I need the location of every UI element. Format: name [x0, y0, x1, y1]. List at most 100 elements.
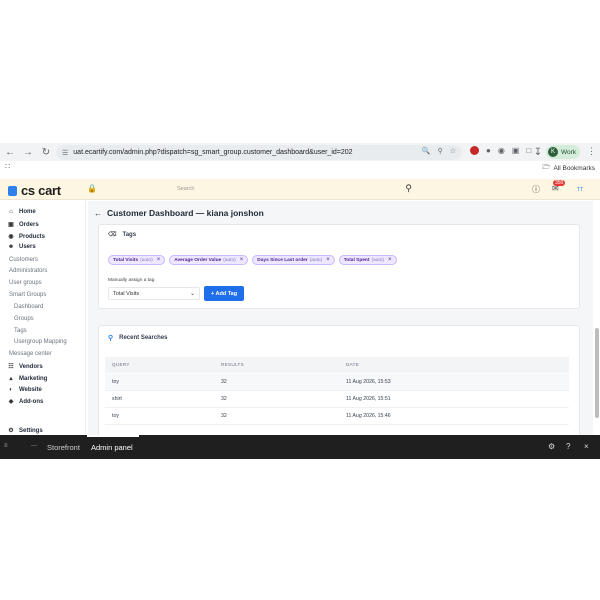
sidebar-item-user-groups[interactable]: User groups — [9, 280, 42, 286]
forward-icon[interactable]: → — [20, 144, 36, 160]
sidebar-item-groups[interactable]: Groups — [14, 316, 34, 322]
tag-auto: (auto) — [309, 257, 323, 263]
extension-icon[interactable] — [470, 146, 479, 155]
bookmark-star-icon[interactable]: ☆ — [450, 147, 456, 155]
sidebar-item-administrators[interactable]: Administrators — [9, 268, 47, 274]
table-row: toy 32 11 Aug 2026, 15:53 — [105, 374, 569, 391]
reload-icon[interactable]: ↻ — [38, 144, 54, 160]
sidebar-item-vendors[interactable]: ☷ Vendors — [7, 363, 42, 371]
tag-auto: (auto) — [140, 257, 153, 263]
column-header-date: DATE — [346, 362, 360, 367]
sidebar-item-customers[interactable]: Customers — [9, 257, 38, 263]
tag-select-value: Total Visits — [113, 290, 140, 297]
sidebar-item-label: Settings — [19, 427, 43, 434]
cell-query: toy — [112, 413, 119, 419]
add-tag-button[interactable]: + Add Tag — [204, 286, 244, 301]
tags-title: Tags — [122, 231, 137, 238]
sidebar-item-add-ons[interactable]: ◆ Add-ons — [7, 398, 44, 406]
sidebar-item-website[interactable]: ◐ Website — [7, 387, 42, 393]
remove-tag-icon[interactable]: × — [240, 257, 244, 263]
page-header: ← Customer Dashboard — kiana jonshon — [94, 208, 264, 218]
remove-tag-icon[interactable]: × — [326, 257, 330, 263]
tag-select[interactable]: Total Visits ⌄ — [108, 287, 200, 300]
tab-storefront[interactable]: Storefront — [47, 443, 80, 452]
address-bar[interactable]: ☰ uat.ecartify.com/admin.php?dispatch=sg… — [56, 145, 462, 160]
extensions-puzzle-icon[interactable]: ▣ — [512, 146, 520, 155]
sidebar-item-label: Home — [19, 209, 36, 215]
sidebar-item-label: Administrators — [9, 268, 48, 274]
close-icon[interactable]: × — [584, 442, 589, 451]
lock-icon[interactable]: 🔒 — [87, 184, 97, 193]
search-icon[interactable]: ⚲ — [405, 183, 412, 194]
home-icon: ⌂ — [9, 209, 13, 215]
sidebar-item-settings[interactable]: ⚙ Settings — [7, 427, 43, 435]
gear-icon[interactable]: ⚙ — [548, 442, 555, 451]
browser-menu-icon[interactable]: ⋮ — [587, 146, 596, 157]
sidebar-item-label: Smart Groups — [9, 292, 47, 298]
tab-admin-panel[interactable]: Admin panel — [91, 443, 133, 452]
sidebar-item-orders[interactable]: ▣ Orders — [7, 221, 39, 229]
apps-grid-icon[interactable]: ∷ — [5, 162, 10, 171]
search-input[interactable]: Search ⚲ — [172, 183, 418, 196]
recent-searches-header: ⚲ Recent Searches — [108, 334, 168, 342]
tag-chip: Total Spent (auto) × — [338, 255, 397, 265]
back-icon[interactable]: ← — [2, 144, 18, 160]
sidebar-item-smart-groups[interactable]: Smart Groups — [9, 292, 46, 298]
app-header: cs cart 🔒 Search ⚲ ⓘ ✉ 350 TT — [0, 179, 600, 200]
all-bookmarks-label: All Bookmarks — [553, 165, 595, 172]
sidebar-item-label: Orders — [19, 221, 39, 228]
logo[interactable]: cs cart — [8, 183, 61, 198]
help-icon[interactable]: ⓘ — [532, 184, 540, 195]
chevron-down-icon: ⌄ — [189, 291, 195, 297]
page-scrollbar[interactable] — [595, 328, 599, 418]
active-tab-indicator — [87, 435, 139, 437]
tag-name: Average Order Value — [174, 257, 222, 263]
tags-card-header: ⌫ Tags — [108, 231, 137, 239]
remove-tag-icon[interactable]: × — [388, 257, 392, 263]
avatar[interactable]: TT — [574, 184, 586, 196]
download-icon[interactable]: ↧ — [530, 144, 546, 160]
zoom-icon[interactable]: 🔍 — [422, 147, 431, 155]
tag-chip: Total Visits (auto) × — [108, 255, 166, 265]
extension-icon-3[interactable]: ◉ — [498, 146, 505, 155]
sidebar-item-label: Usergroup Mapping — [14, 339, 67, 345]
remove-tag-icon[interactable]: × — [157, 257, 161, 263]
password-key-icon[interactable]: ⚲ — [438, 147, 443, 155]
sidebar-item-message-center[interactable]: Message center — [9, 351, 52, 357]
profile-avatar: K — [548, 147, 558, 157]
sidebar-item-label: Message center — [9, 351, 52, 357]
sidebar-item-label: Add-ons — [19, 398, 44, 405]
profile-button[interactable]: K Work — [546, 145, 580, 159]
back-arrow-icon[interactable]: ← — [94, 209, 102, 218]
sidebar-item-marketing[interactable]: ▴ Marketing — [7, 375, 48, 383]
bottom-bar: ≡ — Storefront Admin panel ⚙ ? × — [0, 435, 600, 459]
sidebar-item-label: Marketing — [19, 375, 48, 382]
sidebar-item-users[interactable]: ☻ Users — [7, 244, 36, 250]
sidebar-item-tags[interactable]: Tags — [14, 328, 27, 334]
box-icon: ◉ — [8, 234, 14, 240]
table-row: toy 32 11 Aug 2026, 15:46 — [105, 408, 569, 425]
sidebar-item-usergroup-mapping[interactable]: Usergroup Mapping — [14, 339, 67, 345]
sidebar-item-home[interactable]: ⌂ Home — [7, 209, 36, 215]
help-icon[interactable]: ? — [566, 442, 570, 451]
cell-date: 11 Aug 2026, 15:53 — [346, 379, 391, 385]
tag-name: Total Visits — [113, 257, 139, 263]
page-title: Customer Dashboard — kiana jonshon — [107, 208, 264, 218]
sidebar-item-products[interactable]: ◉ Products — [7, 233, 45, 241]
sidebar-item-label: Website — [19, 387, 42, 393]
all-bookmarks-button[interactable]: 🗁 All Bookmarks — [542, 163, 595, 174]
sidebar-item-label: Customers — [9, 257, 39, 263]
search-icon: ⚲ — [108, 335, 114, 342]
main-content: ← Customer Dashboard — kiana jonshon ⌫ T… — [88, 201, 593, 440]
globe-icon: ◐ — [9, 387, 13, 393]
cell-date: 11 Aug 2026, 15:46 — [346, 413, 391, 419]
site-info-icon[interactable]: ☰ — [62, 149, 68, 157]
tag-chip: Average Order Value (auto) × — [169, 255, 249, 265]
sidebar-item-dashboard[interactable]: Dashboard — [14, 304, 43, 310]
gear-icon: ⚙ — [8, 428, 14, 434]
table-row: shirt 32 11 Aug 2026, 15:51 — [105, 391, 569, 408]
extension-icon-2[interactable]: ● — [486, 146, 491, 155]
puzzle-icon: ◆ — [8, 399, 14, 405]
menu-icon[interactable]: ≡ — [4, 443, 8, 449]
megaphone-icon: ▴ — [9, 376, 13, 382]
